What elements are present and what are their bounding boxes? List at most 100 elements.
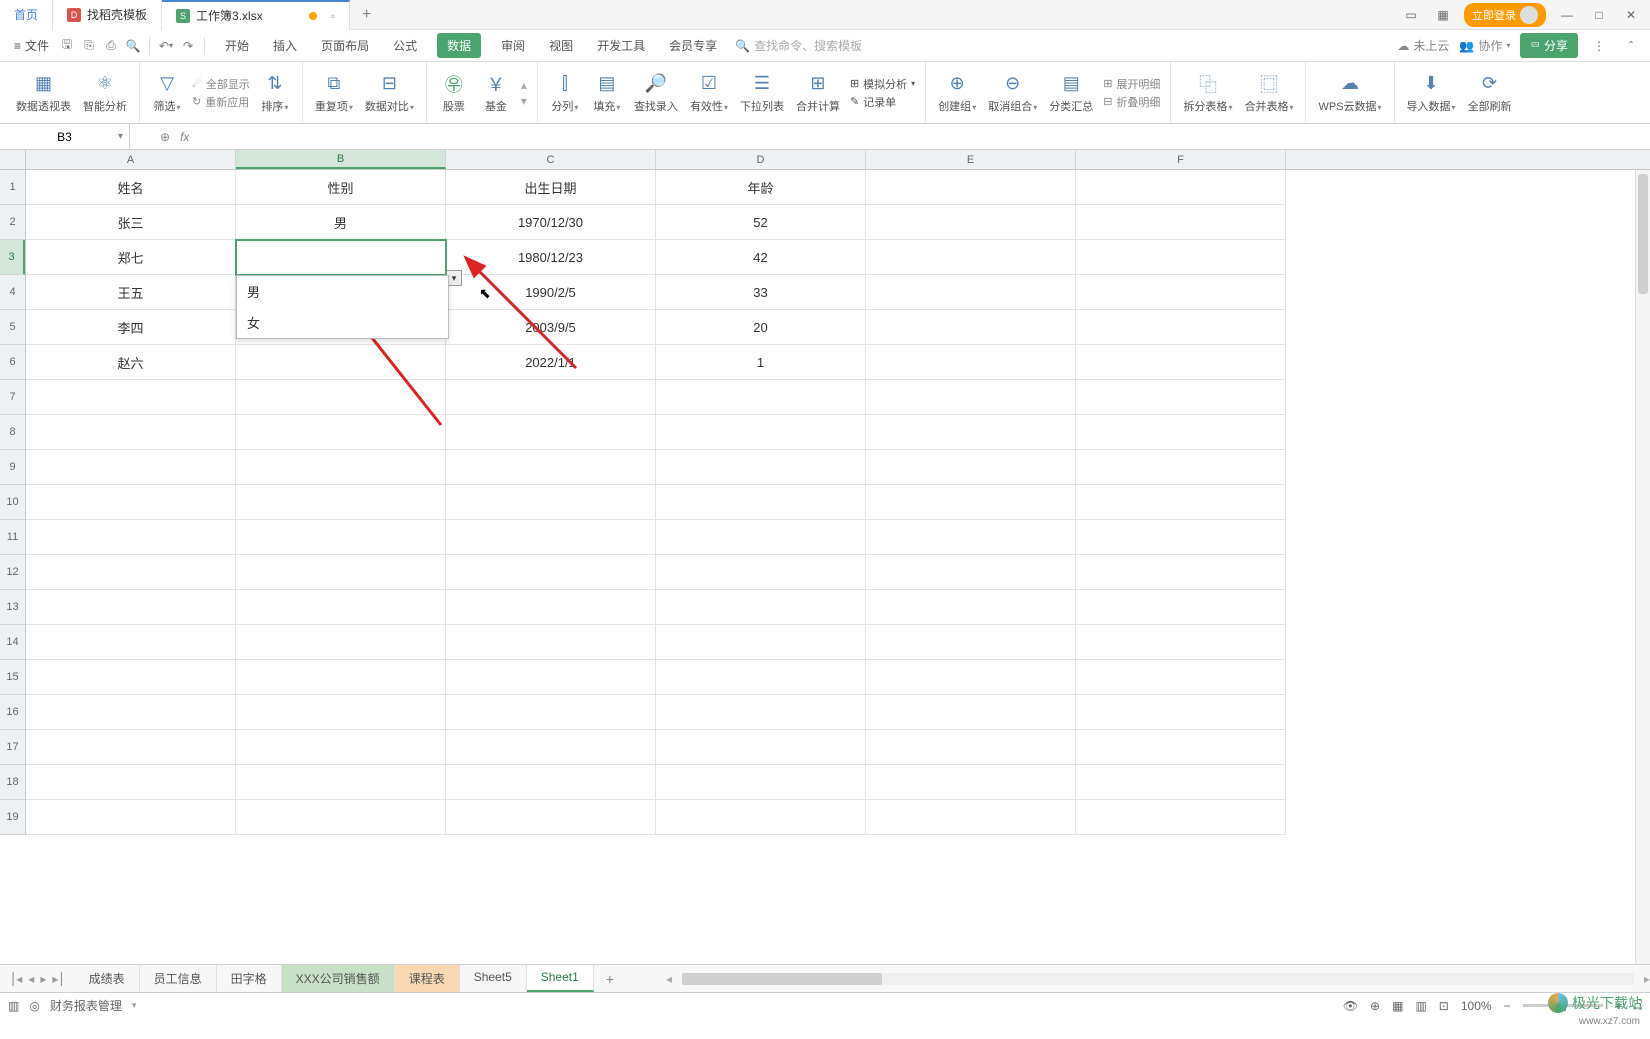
- cell[interactable]: [866, 660, 1076, 695]
- cell[interactable]: 男: [236, 205, 446, 240]
- sheet-mgmt-icon[interactable]: ▥: [8, 999, 19, 1013]
- cell[interactable]: [446, 485, 656, 520]
- main-menu-button[interactable]: ≡ 文件: [8, 37, 55, 54]
- center-icon[interactable]: ⊕: [1370, 999, 1380, 1013]
- login-button[interactable]: 立即登录: [1464, 3, 1546, 27]
- cell[interactable]: [26, 660, 236, 695]
- cell[interactable]: [236, 345, 446, 380]
- cell[interactable]: 性别: [236, 170, 446, 205]
- tab-formula[interactable]: 公式: [389, 33, 421, 58]
- cell[interactable]: [866, 485, 1076, 520]
- cell[interactable]: [866, 695, 1076, 730]
- cell[interactable]: [1076, 310, 1286, 345]
- view-icon[interactable]: 👁: [1343, 999, 1358, 1013]
- cell[interactable]: [446, 695, 656, 730]
- cell[interactable]: [656, 625, 866, 660]
- cell[interactable]: 1: [656, 345, 866, 380]
- cell[interactable]: [26, 730, 236, 765]
- tab-start[interactable]: 开始: [221, 33, 253, 58]
- cell[interactable]: [656, 380, 866, 415]
- cell[interactable]: [236, 590, 446, 625]
- horizontal-scrollbar[interactable]: [682, 973, 1634, 985]
- cell[interactable]: [866, 450, 1076, 485]
- sheet-nav-prev-icon[interactable]: ◂: [28, 972, 34, 986]
- cell[interactable]: [1076, 205, 1286, 240]
- wps-cloud-button[interactable]: ☁WPS云数据: [1312, 72, 1387, 114]
- cell[interactable]: [656, 555, 866, 590]
- cell[interactable]: [26, 765, 236, 800]
- row-header[interactable]: 15: [0, 660, 25, 695]
- fund-button[interactable]: ￥基金: [475, 72, 517, 114]
- pivot-button[interactable]: ▦数据透视表: [10, 72, 77, 114]
- row-header[interactable]: 13: [0, 590, 25, 625]
- cell[interactable]: [656, 590, 866, 625]
- print-icon[interactable]: ⎙: [101, 36, 121, 56]
- down-icon[interactable]: ▾: [521, 94, 527, 108]
- row-header[interactable]: 5: [0, 310, 25, 345]
- row-header[interactable]: 3: [0, 240, 25, 275]
- hscroll-left-icon[interactable]: ◂: [666, 972, 672, 986]
- cell[interactable]: [866, 345, 1076, 380]
- name-box-dropdown-icon[interactable]: ▾: [118, 131, 123, 142]
- cell[interactable]: ▾男女: [236, 240, 446, 275]
- cell[interactable]: [866, 205, 1076, 240]
- cell[interactable]: 张三: [26, 205, 236, 240]
- tab-menu-icon[interactable]: ▫: [331, 9, 335, 23]
- sheet-tab[interactable]: 课程表: [395, 965, 460, 992]
- cell[interactable]: 52: [656, 205, 866, 240]
- cell[interactable]: [236, 520, 446, 555]
- maximize-button[interactable]: □: [1588, 4, 1610, 26]
- cell[interactable]: 赵六: [26, 345, 236, 380]
- cell[interactable]: 1980/12/23: [446, 240, 656, 275]
- sheet-tab[interactable]: XXX公司销售额: [282, 965, 395, 992]
- cell[interactable]: [236, 450, 446, 485]
- cell[interactable]: [236, 415, 446, 450]
- cell[interactable]: [236, 485, 446, 520]
- cell[interactable]: [26, 625, 236, 660]
- cell[interactable]: [446, 765, 656, 800]
- cell[interactable]: [1076, 765, 1286, 800]
- stock-button[interactable]: ㉾股票: [433, 72, 475, 114]
- dropdown-option[interactable]: 女: [237, 307, 448, 338]
- cell[interactable]: [1076, 555, 1286, 590]
- cell[interactable]: 42: [656, 240, 866, 275]
- sheet-tab[interactable]: Sheet5: [460, 965, 527, 992]
- more-icon[interactable]: ⋮: [1588, 35, 1610, 57]
- hscroll-right-icon[interactable]: ▸: [1644, 972, 1650, 986]
- pagebreak-view-icon[interactable]: ⊡: [1439, 999, 1449, 1013]
- cell[interactable]: [866, 240, 1076, 275]
- row-header[interactable]: 16: [0, 695, 25, 730]
- cell[interactable]: [26, 450, 236, 485]
- cell[interactable]: [866, 555, 1076, 590]
- cell[interactable]: [236, 380, 446, 415]
- sheet-tab[interactable]: 员工信息: [140, 965, 217, 992]
- cell[interactable]: [26, 485, 236, 520]
- cell[interactable]: [446, 730, 656, 765]
- cell[interactable]: [446, 415, 656, 450]
- sheet-tab[interactable]: 田字格: [217, 965, 282, 992]
- lookup-icon[interactable]: ⊕: [160, 130, 170, 144]
- duplicates-button[interactable]: ⧉重复项: [309, 72, 359, 114]
- save-as-icon[interactable]: ⎘: [79, 36, 99, 56]
- cell[interactable]: [656, 800, 866, 835]
- sheet-nav-last-icon[interactable]: ▸⎮: [52, 972, 64, 986]
- up-icon[interactable]: ▴: [521, 78, 527, 92]
- row-header[interactable]: 1: [0, 170, 25, 205]
- group-create-button[interactable]: ⊕创建组: [932, 72, 982, 114]
- row-header[interactable]: 14: [0, 625, 25, 660]
- cell[interactable]: [1076, 170, 1286, 205]
- cell[interactable]: 王五: [26, 275, 236, 310]
- cell[interactable]: [1076, 520, 1286, 555]
- cell[interactable]: 1970/12/30: [446, 205, 656, 240]
- mgmt-label[interactable]: 财务报表管理: [50, 997, 122, 1014]
- zoom-out-button[interactable]: −: [1504, 999, 1511, 1013]
- scenario-button[interactable]: ⊞模拟分析▾: [850, 76, 915, 92]
- col-header[interactable]: E: [866, 150, 1076, 169]
- select-all-corner[interactable]: [0, 150, 26, 170]
- zoom-label[interactable]: 100%: [1461, 999, 1492, 1013]
- cell[interactable]: 2022/1/1: [446, 345, 656, 380]
- cell[interactable]: [236, 730, 446, 765]
- cell[interactable]: [446, 555, 656, 590]
- row-header[interactable]: 19: [0, 800, 25, 835]
- minimize-button[interactable]: ―: [1556, 4, 1578, 26]
